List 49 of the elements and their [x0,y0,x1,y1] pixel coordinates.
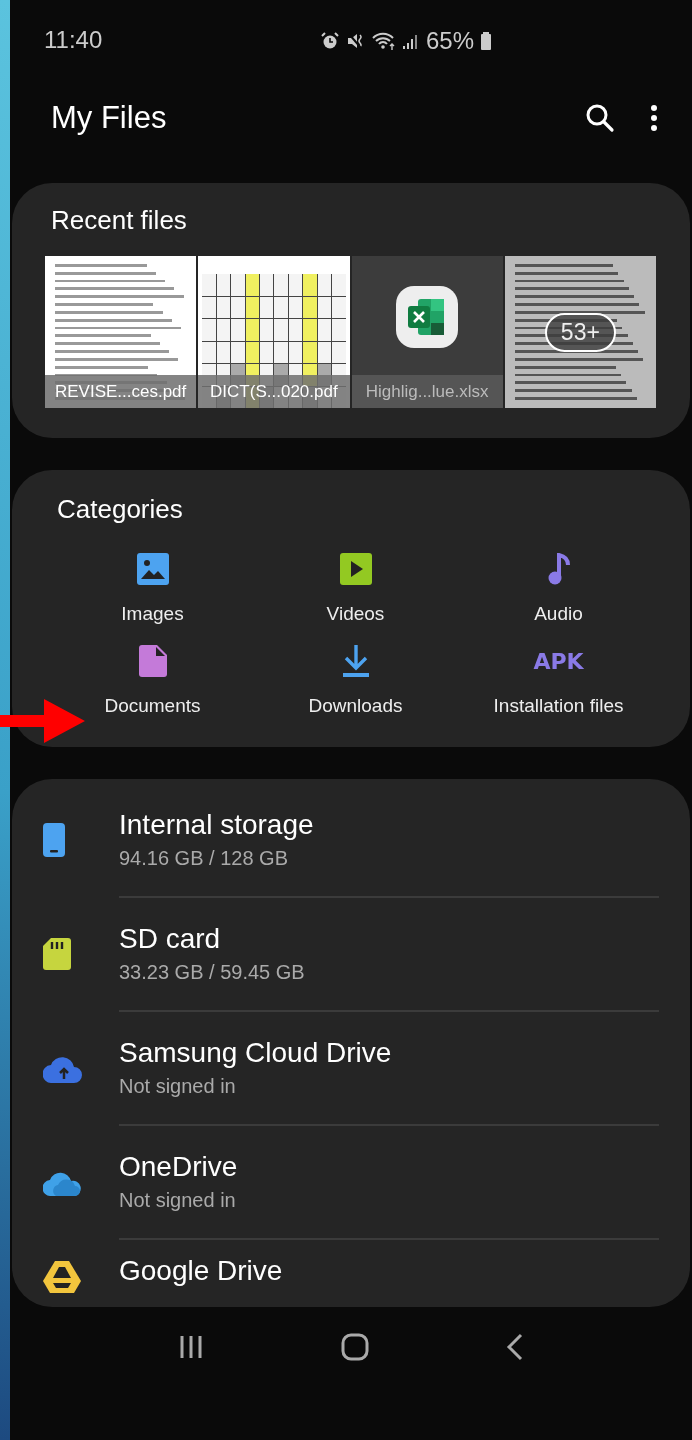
category-button[interactable]: Downloads [254,637,457,723]
download-icon [341,645,370,677]
category-button[interactable]: APK Installation files [457,637,660,723]
category-button[interactable]: Documents [51,637,254,723]
file-thumbnail[interactable]: Highlig...lue.xlsx [351,256,503,408]
status-time: 11:40 [44,26,103,54]
storage-detail: Not signed in [119,1188,237,1212]
file-thumbnail[interactable]: REVISE...ces.pdf [45,256,197,408]
music-note-icon [546,553,571,585]
file-thumbnail[interactable]: 53+ [504,256,656,408]
file-name: Highlig...lue.xlsx [351,375,503,408]
battery-percentage: 65% [426,27,475,55]
image-icon [136,553,169,585]
category-button[interactable]: Audio [457,545,660,631]
section-title: Recent files [51,205,188,236]
apk-icon: APK [533,648,584,674]
storage-name: Samsung Cloud Drive [119,1036,393,1069]
storage-detail: 94.16 GB / 128 GB [119,846,289,870]
phone-icon [43,823,65,857]
home-icon [341,1333,369,1361]
storage-item[interactable]: OneDrive Not signed in [43,1125,659,1239]
video-icon [339,553,372,585]
category-button[interactable]: Videos [254,545,457,631]
category-button[interactable]: Images [51,545,254,631]
storage-item[interactable]: Google Drive [43,1239,659,1307]
more-files-count[interactable]: 53+ [544,312,616,352]
file-name: DICT(S...020.pdf [198,375,350,408]
alarm-icon [320,31,340,51]
file-thumbnail[interactable]: DICT(S...020.pdf [198,256,350,408]
more-options-icon [650,103,658,132]
recent-apps-icon [178,1334,205,1360]
file-name: REVISE...ces.pdf [45,375,197,408]
storage-detail: Not signed in [119,1074,237,1098]
document-icon [138,645,167,677]
spreadsheet-icon [396,286,459,348]
section-title: Categories [57,494,184,525]
wifi-icon [372,31,396,51]
battery-icon [480,31,493,51]
storage-name: OneDrive [119,1150,239,1183]
storage-name: Google Drive [119,1255,284,1287]
storage-item[interactable]: SD card 33.23 GB / 59.45 GB [43,897,659,1011]
sd-card-icon [43,938,71,970]
app-title: My Files [51,99,168,136]
storage-name: Internal storage [119,808,315,841]
storage-item[interactable]: Internal storage 94.16 GB / 128 GB [43,783,659,897]
storage-name: SD card [119,922,222,955]
storage-detail: 33.23 GB / 59.45 GB [119,960,306,984]
back-icon [505,1333,524,1361]
storage-item[interactable]: Samsung Cloud Drive Not signed in [43,1011,659,1125]
